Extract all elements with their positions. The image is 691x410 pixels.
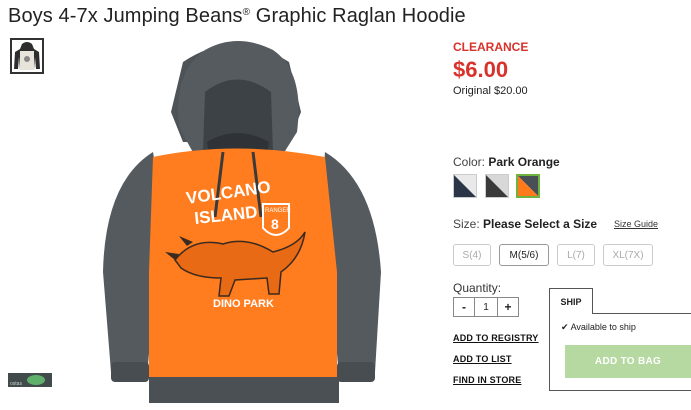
size-label: Size: Please Select a Size: [453, 217, 597, 231]
size-option-m[interactable]: M(5/6): [499, 244, 549, 266]
selected-color: Park Orange: [488, 155, 560, 169]
size-option-xl[interactable]: XL(7X): [603, 244, 653, 266]
add-to-list-link[interactable]: ADD TO LIST: [453, 354, 512, 364]
size-option-l[interactable]: L(7): [557, 244, 595, 266]
checkmark-icon: ✔: [561, 322, 569, 332]
product-title-text: Boys 4-7x Jumping Beans: [8, 5, 243, 27]
color-label-text: Color:: [453, 155, 486, 169]
hoodie-illustration: VOLCANO ISLAND RANGER 8 DINO PARK: [103, 41, 381, 403]
product-title-suffix: Graphic Raglan Hoodie: [250, 5, 466, 27]
graphic-bottom: DINO PARK: [213, 298, 274, 310]
tab-ship[interactable]: SHIP: [549, 288, 593, 314]
swatch-navy-icon: [454, 175, 476, 197]
availability-text: Available to ship: [570, 322, 636, 332]
product-thumbnail-alt[interactable]: ostas: [8, 373, 52, 387]
clearance-badge: CLEARANCE: [453, 40, 529, 54]
product-title: Boys 4-7x Jumping Beans® Graphic Raglan …: [8, 5, 466, 28]
color-label: Color: Park Orange: [453, 155, 560, 169]
availability-status: ✔ Available to ship: [561, 322, 636, 333]
product-image: VOLCANO ISLAND RANGER 8 DINO PARK: [75, 32, 415, 405]
swatch-gray-icon: [486, 175, 508, 197]
find-in-store-link[interactable]: FIND IN STORE: [453, 375, 521, 385]
swatch-orange[interactable]: [516, 174, 540, 198]
badge-top: RANGER: [265, 208, 291, 214]
original-price: Original $20.00: [453, 85, 528, 97]
swatch-navy[interactable]: [453, 174, 477, 198]
quantity-increase-button[interactable]: +: [498, 298, 518, 316]
badge-num: 8: [271, 216, 279, 232]
hoodie-thumbnail-icon: [14, 42, 40, 70]
swatch-gray[interactable]: [485, 174, 509, 198]
quantity-decrease-button[interactable]: -: [454, 298, 474, 316]
size-option-s[interactable]: S(4): [453, 244, 491, 266]
add-to-registry-link[interactable]: ADD TO REGISTRY: [453, 333, 539, 343]
swatch-orange-icon: [518, 176, 538, 196]
quantity-label: Quantity:: [453, 281, 502, 295]
current-price: $6.00: [453, 57, 509, 82]
registered-mark: ®: [242, 7, 251, 18]
size-guide-link[interactable]: Size Guide: [614, 219, 658, 229]
quantity-stepper[interactable]: - 1 +: [453, 297, 519, 317]
product-thumbnail[interactable]: [10, 38, 44, 74]
add-to-bag-button[interactable]: ADD TO BAG: [565, 345, 691, 378]
quantity-input[interactable]: 1: [474, 298, 498, 316]
thumbnail-alt-image: ostas: [8, 373, 52, 387]
size-label-text: Size:: [453, 217, 480, 231]
thumbnail-alt-text: ostas: [10, 381, 22, 387]
size-prompt: Please Select a Size: [483, 217, 598, 231]
